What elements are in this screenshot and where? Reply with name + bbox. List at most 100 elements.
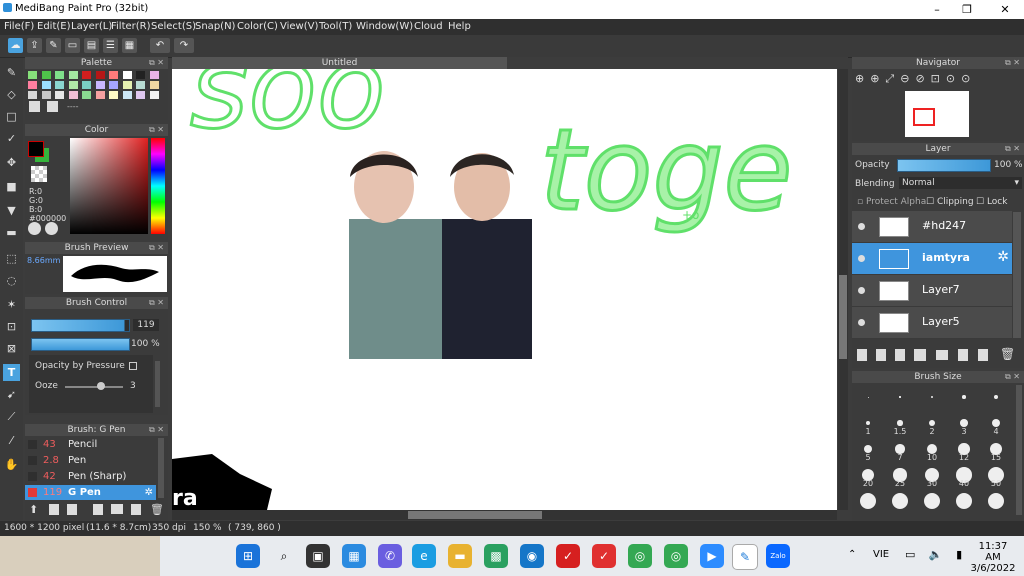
menu-edit[interactable]: Edit(E) — [37, 21, 71, 32]
vertical-scrollbar[interactable] — [838, 69, 848, 510]
brush-opacity-slider[interactable] — [31, 338, 130, 351]
new-8bit-layer-icon[interactable] — [895, 349, 905, 361]
palette-swatch[interactable] — [82, 71, 91, 79]
delete-palette-icon[interactable] — [47, 101, 58, 112]
app-icon-blue[interactable]: ◉ — [520, 544, 544, 568]
eraser-tool-icon[interactable]: ◇ — [3, 86, 20, 103]
palette-swatch[interactable] — [149, 71, 159, 79]
palette-swatch[interactable] — [55, 91, 64, 99]
clipping-toggle[interactable]: ☐ Clipping — [926, 197, 974, 207]
primary-color-swatch[interactable] — [28, 141, 44, 157]
hue-slider[interactable] — [151, 138, 165, 234]
color-saturation-picker[interactable] — [70, 138, 148, 234]
lasso-tool-icon[interactable]: ◌ — [3, 272, 20, 289]
palette-swatch[interactable] — [55, 81, 64, 89]
menu-layer[interactable]: Layer(L) — [71, 21, 112, 32]
eyedropper-icon[interactable]: ⁄ — [3, 432, 20, 449]
visibility-icon[interactable] — [858, 287, 865, 294]
edge-icon[interactable]: e — [412, 544, 436, 568]
redo-icon[interactable]: ↷ — [174, 38, 194, 53]
zoom-icon[interactable]: ▶ — [700, 544, 724, 568]
opacity-by-pressure-checkbox[interactable] — [129, 362, 137, 370]
cloud-icon[interactable]: ☁ — [8, 38, 23, 53]
brush-item-pencil[interactable]: 43 Pencil — [25, 437, 156, 452]
navigator-toolbar[interactable]: ⊕⊕⤢⊖⊘⊡⊙⊙ — [855, 72, 976, 86]
merge-layer-icon[interactable] — [978, 349, 988, 361]
navigator-preview[interactable] — [905, 91, 969, 137]
brush-size-cell[interactable] — [948, 489, 980, 521]
lock-toggle[interactable]: ☐ Lock — [976, 197, 1007, 207]
chat-icon[interactable]: ▭ — [65, 38, 80, 53]
new-halftone-layer-icon[interactable] — [876, 349, 886, 361]
document-canvas[interactable]: soo toge +o ra — [172, 69, 837, 510]
palette-swatch[interactable] — [149, 81, 159, 89]
document-tab[interactable]: Untitled — [172, 57, 507, 69]
rectangle-tool-icon[interactable]: □ — [3, 108, 20, 125]
chrome-icon-2[interactable]: ◎ — [664, 544, 688, 568]
palette-swatch[interactable] — [136, 91, 145, 99]
brush-size-value[interactable]: 119 — [133, 319, 159, 331]
add-brush-icon[interactable]: ⬆ — [29, 503, 38, 516]
brush-tool-icon[interactable]: ✎ — [3, 64, 20, 81]
widgets-icon[interactable]: ▦ — [342, 544, 366, 568]
gear-icon[interactable]: ✲ — [145, 485, 153, 500]
restore-button[interactable]: ❐ — [952, 1, 982, 18]
menu-help[interactable]: Help — [448, 21, 471, 32]
menu-filter[interactable]: Filter(R) — [111, 21, 151, 32]
duplicate-brush-icon[interactable] — [131, 504, 141, 515]
text-tool-icon[interactable]: T — [3, 364, 20, 381]
palette-swatch[interactable] — [82, 91, 91, 99]
menu-cloud[interactable]: Cloud — [414, 21, 443, 32]
brush-item-pen-sharp[interactable]: 42 Pen (Sharp) — [25, 469, 156, 484]
gear-icon[interactable]: ✲ — [997, 249, 1009, 265]
folder-icon[interactable] — [936, 350, 948, 360]
duplicate-layer-icon[interactable] — [958, 349, 968, 361]
palette-swatch[interactable] — [68, 81, 78, 89]
zalo-icon[interactable]: Zalo — [766, 544, 790, 568]
comment-icon[interactable]: ✎ — [46, 38, 61, 53]
document-icon[interactable]: ▤ — [84, 38, 99, 53]
chrome-icon[interactable]: ◎ — [628, 544, 652, 568]
palette-swatch[interactable] — [122, 71, 132, 79]
layer-row[interactable]: #hd247 — [852, 211, 1012, 243]
app-icon-red[interactable]: ✓ — [556, 544, 580, 568]
palette-swatch[interactable] — [136, 71, 145, 79]
menu-file[interactable]: File(F) — [4, 21, 34, 32]
brush-item-g-pen[interactable]: 119 G Pen ✲ — [25, 485, 156, 500]
palette-swatch[interactable] — [55, 71, 64, 79]
add-layer-menu-icon[interactable] — [914, 349, 926, 361]
dot-tool-icon[interactable]: ✓ — [3, 130, 20, 147]
brush-options-scrollbar[interactable] — [155, 361, 160, 407]
palette-swatch[interactable] — [41, 71, 51, 79]
list-icon[interactable]: ☰ — [103, 38, 118, 53]
horizontal-scrollbar[interactable] — [172, 510, 837, 520]
task-view-icon[interactable]: ▣ — [306, 544, 330, 568]
protect-alpha-toggle[interactable]: ▫ Protect Alpha — [857, 197, 926, 207]
palette-swatch[interactable] — [122, 81, 132, 89]
gradient-tool-icon[interactable]: ▬ — [3, 224, 20, 241]
start-icon[interactable]: ⊞ — [236, 544, 260, 568]
color-wheel-icon[interactable] — [28, 222, 41, 235]
brush-size-cell[interactable] — [980, 489, 1012, 521]
layer-scrollbar[interactable] — [1013, 212, 1021, 338]
brush-size-cell[interactable] — [884, 489, 916, 521]
palette-swatch[interactable] — [28, 91, 37, 99]
brush-size-cell[interactable] — [916, 489, 948, 521]
palette-swatch[interactable] — [95, 91, 105, 99]
fill-shape-tool-icon[interactable]: ■ — [3, 178, 20, 195]
blending-select[interactable]: Normal ▾ — [899, 177, 1022, 189]
palette-swatch[interactable] — [28, 71, 37, 79]
minimize-button[interactable]: – — [922, 1, 952, 18]
undo-icon[interactable]: ↶ — [150, 38, 170, 53]
store-icon[interactable]: ▩ — [484, 544, 508, 568]
divide-tool-icon[interactable]: ⟋ — [3, 408, 20, 425]
color-picker-icon[interactable] — [45, 222, 58, 235]
palette-swatch[interactable] — [109, 81, 118, 89]
layer-opacity-slider[interactable] — [897, 159, 991, 172]
close-button[interactable]: ✕ — [990, 1, 1020, 18]
new-palette-icon[interactable] — [29, 101, 40, 112]
menu-tool[interactable]: Tool(T) — [319, 21, 352, 32]
palette-swatch[interactable] — [68, 71, 78, 79]
palette-swatch[interactable] — [95, 71, 105, 79]
vertical-scroll-thumb[interactable] — [839, 275, 847, 359]
